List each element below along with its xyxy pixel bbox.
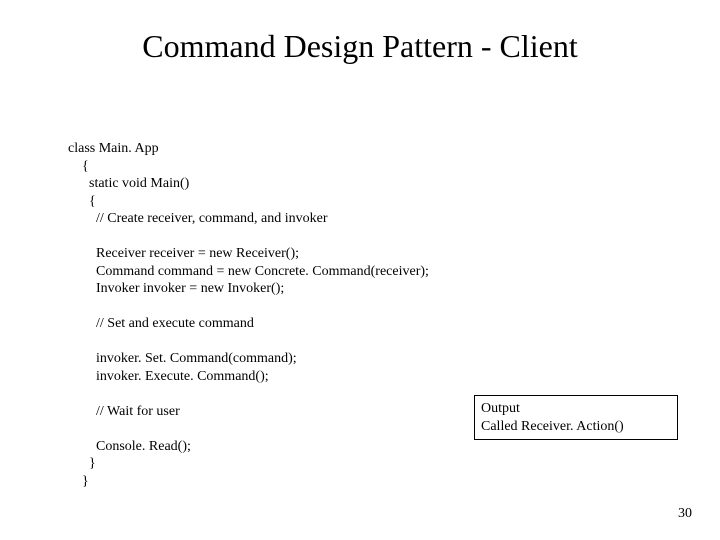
slide-title: Command Design Pattern - Client <box>0 28 720 65</box>
code-listing: class Main. App { static void Main() { /… <box>68 140 429 490</box>
page-number: 30 <box>678 506 692 522</box>
output-box: Output Called Receiver. Action() <box>474 395 678 440</box>
